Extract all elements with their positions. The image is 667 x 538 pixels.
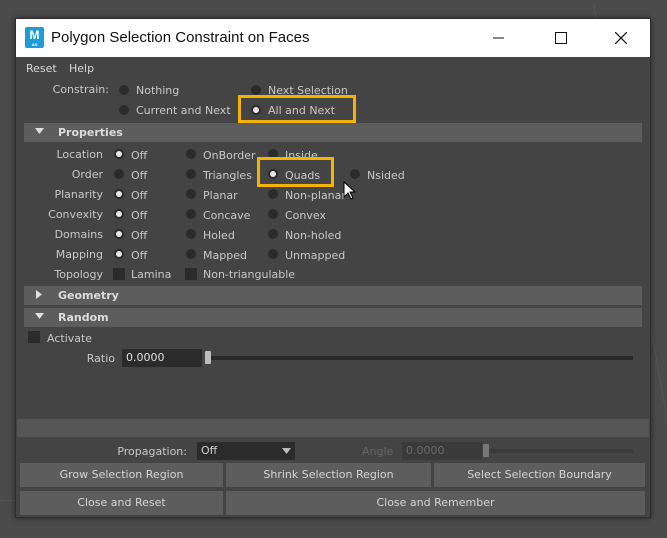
location-off-label: Off [131,149,148,162]
angle-slider-track[interactable] [487,449,633,453]
menu-reset[interactable]: Reset [26,62,57,75]
location-label: Location [56,148,103,161]
domains-holed-radio[interactable] [186,229,196,239]
order-nsided-radio[interactable] [350,169,360,179]
random-section-title: Random [58,311,109,324]
convexity-off-label: Off [131,209,148,222]
order-nsided-label: Nsided [367,169,405,182]
convexity-concave-radio[interactable] [186,209,196,219]
close-button[interactable] [598,19,644,57]
planarity-planar-radio[interactable] [186,189,196,199]
planarity-off-label: Off [131,189,148,202]
order-off-radio[interactable] [114,169,124,179]
convexity-label: Convexity [48,208,103,221]
planarity-nonplanar-label: Non-planar [285,189,346,202]
ratio-label: Ratio [86,352,115,365]
mapping-off-radio[interactable] [114,249,124,259]
collapse-arrow-down-icon [35,128,44,134]
domains-label: Domains [54,228,103,241]
geometry-section-header[interactable]: Geometry [24,286,642,305]
chevron-down-icon [282,448,291,454]
constrain-current-and-next-label: Current and Next [136,104,231,117]
location-onborder-label: OnBorder [203,149,256,162]
window-title: Polygon Selection Constraint on Faces [51,29,310,46]
order-triangles-radio[interactable] [186,169,196,179]
scroll-strip [17,419,649,437]
planarity-off-radio[interactable] [114,189,124,199]
highlight-box-all-and-next [238,95,356,123]
properties-section-title: Properties [58,126,123,139]
topology-nontriangulable-checkbox[interactable] [185,268,197,280]
mapping-mapped-radio[interactable] [186,249,196,259]
domains-holed-label: Holed [203,229,235,242]
close-and-reset-button[interactable]: Close and Reset [20,491,223,515]
angle-label: Angle [362,445,394,458]
propagation-row: Propagation: Off Angle 0.0000 [17,439,649,461]
mapping-mapped-label: Mapped [203,249,247,262]
ratio-slider-track[interactable] [205,356,633,360]
dialog-window: M AN Polygon Selection Constraint on Face… [15,18,651,518]
domains-off-radio[interactable] [114,229,124,239]
random-section-header[interactable]: Random [24,308,642,327]
angle-slider-handle[interactable] [483,444,489,457]
convexity-convex-radio[interactable] [268,209,278,219]
select-selection-boundary-button[interactable]: Select Selection Boundary [434,463,645,487]
close-and-remember-button[interactable]: Close and Remember [226,491,645,515]
topology-nontriangulable-label: Non-triangulable [203,268,296,281]
order-label: Order [71,168,103,181]
collapse-arrow-down-icon [35,313,44,319]
topology-label: Topology [54,268,103,281]
expand-arrow-right-icon [36,290,42,299]
location-off-radio[interactable] [114,149,124,159]
ratio-slider-handle[interactable] [205,351,211,364]
mapping-unmapped-label: Unmapped [285,249,346,262]
menu-bar: Reset Help [16,57,650,77]
order-triangles-label: Triangles [203,169,252,182]
geometry-section-title: Geometry [58,289,119,302]
mapping-unmapped-radio[interactable] [268,249,278,259]
domains-nonholed-radio[interactable] [268,229,278,239]
constrain-nothing-radio[interactable] [119,85,129,95]
domains-nonholed-label: Non-holed [285,229,342,242]
mapping-label: Mapping [55,248,103,261]
ratio-input[interactable]: 0.0000 [122,349,202,367]
topology-lamina-checkbox[interactable] [113,268,125,280]
constrain-current-and-next-radio[interactable] [119,105,129,115]
dialog-content: Constrain: Nothing Next Selection Curren… [17,77,649,419]
maya-app-icon: M AN [25,27,44,48]
mapping-off-label: Off [131,249,148,262]
constrain-nothing-label: Nothing [136,84,180,97]
planarity-planar-label: Planar [203,189,238,202]
highlight-box-quads [257,157,334,187]
activate-checkbox[interactable] [28,331,40,343]
maximize-icon [555,32,567,44]
propagation-value: Off [201,444,218,457]
close-icon [615,32,627,44]
order-off-label: Off [131,169,148,182]
mouse-cursor-icon [343,181,357,200]
activate-label: Activate [47,332,93,345]
grow-selection-region-button[interactable]: Grow Selection Region [20,463,223,487]
location-onborder-radio[interactable] [186,149,196,159]
constrain-next-selection-radio[interactable] [251,85,261,95]
menu-help[interactable]: Help [69,62,94,75]
convexity-convex-label: Convex [285,209,326,222]
propagation-dropdown[interactable]: Off [197,442,295,460]
constrain-label: Constrain: [52,83,109,96]
convexity-off-radio[interactable] [114,209,124,219]
planarity-label: Planarity [54,188,103,201]
minimize-button[interactable] [476,19,522,57]
shrink-selection-region-button[interactable]: Shrink Selection Region [226,463,431,487]
minimize-icon [493,37,504,39]
topology-lamina-label: Lamina [131,268,172,281]
properties-section-header[interactable]: Properties [24,123,642,142]
planarity-nonplanar-radio[interactable] [268,189,278,199]
maximize-button[interactable] [538,19,584,57]
domains-off-label: Off [131,229,148,242]
propagation-label: Propagation: [117,445,187,458]
convexity-concave-label: Concave [203,209,251,222]
angle-input[interactable]: 0.0000 [402,442,482,460]
title-bar[interactable]: M AN Polygon Selection Constraint on Face… [16,19,650,57]
